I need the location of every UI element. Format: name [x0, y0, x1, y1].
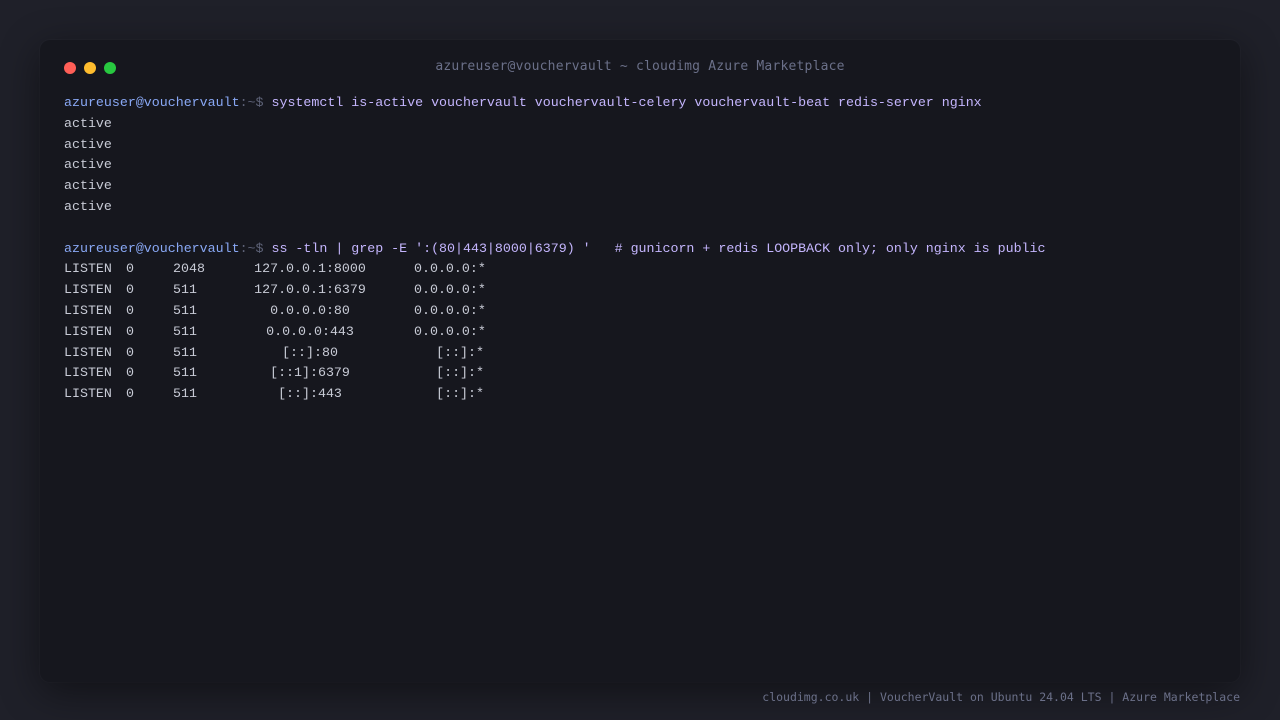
socket-peer-address: 0.0.0.0:* [414, 302, 486, 318]
socket-sendq: 511 [173, 282, 197, 298]
socket-peer-address: [::]:* [436, 365, 484, 381]
socket-state: LISTEN [64, 302, 112, 318]
output-line: active [64, 115, 112, 131]
title-bar: azureuser@vouchervault ~ cloudimg Azure … [40, 40, 1240, 96]
socket-row: LISTEN 0 511 127.0.0.1:6379 0.0.0.0:* [64, 280, 1224, 301]
command-text: ss -tln | grep -E ':(80|443|8000|6379) ' [271, 240, 591, 256]
socket-row: LISTEN 0 511 0.0.0.0:443 0.0.0.0:* [64, 322, 1224, 343]
socket-sendq: 511 [173, 386, 197, 402]
footer-caption: cloudimg.co.uk | VoucherVault on Ubuntu … [762, 690, 1240, 704]
socket-recvq: 0 [126, 282, 134, 298]
socket-state: LISTEN [64, 261, 112, 277]
socket-local-address: 127.0.0.1:6379 [254, 282, 366, 298]
socket-row: LISTEN 0 511 [::1]:6379 [::]:* [64, 363, 1224, 384]
socket-recvq: 0 [126, 261, 134, 277]
socket-local-address: 0.0.0.0:80 [270, 302, 350, 318]
output-line: active [64, 198, 112, 214]
socket-peer-address: [::]:* [436, 344, 484, 360]
prompt-user: azureuser@vouchervault [64, 240, 240, 256]
prompt-path: :~$ [239, 95, 272, 110]
window-title: azureuser@vouchervault ~ cloudimg Azure … [435, 59, 845, 74]
socket-row: LISTEN 0 511 0.0.0.0:80 0.0.0.0:* [64, 301, 1224, 322]
socket-sendq: 511 [173, 365, 197, 381]
output-line: active [64, 136, 112, 152]
output-line: active [64, 178, 112, 194]
socket-sendq: 511 [173, 344, 197, 360]
socket-recvq: 0 [126, 302, 134, 318]
socket-peer-address: [::]:* [436, 386, 484, 402]
socket-sendq: 2048 [173, 261, 205, 277]
socket-state: LISTEN [64, 344, 112, 360]
socket-row: LISTEN 0 2048 127.0.0.1:8000 0.0.0.0:* [64, 259, 1224, 280]
prompt-user: azureuser@vouchervault [64, 95, 240, 110]
command-line-2: azureuser@vouchervault:~$ ss -tln | grep… [64, 239, 1224, 260]
socket-recvq: 0 [126, 323, 134, 339]
socket-state: LISTEN [64, 386, 112, 402]
socket-recvq: 0 [126, 386, 134, 402]
socket-local-address: 127.0.0.1:8000 [254, 261, 366, 277]
socket-local-address: [::1]:6379 [270, 365, 350, 381]
socket-local-address: [::]:443 [278, 386, 342, 402]
socket-local-address: [::]:80 [282, 344, 338, 360]
socket-state: LISTEN [64, 365, 112, 381]
terminal-output[interactable]: azureuser@vouchervault:~$ systemctl is-a… [64, 93, 1224, 405]
socket-row: LISTEN 0 511 [::]:443 [::]:* [64, 384, 1224, 405]
socket-state: LISTEN [64, 282, 112, 298]
socket-sendq: 511 [173, 302, 197, 318]
terminal-window: azureuser@vouchervault ~ cloudimg Azure … [40, 40, 1240, 682]
socket-sendq: 511 [173, 323, 197, 339]
socket-row: LISTEN 0 511 [::]:80 [::]:* [64, 343, 1224, 364]
command-text: systemctl is-active vouchervault voucher… [271, 95, 982, 110]
command-line-1: azureuser@vouchervault:~$ systemctl is-a… [64, 93, 1224, 114]
socket-peer-address: 0.0.0.0:* [414, 282, 486, 298]
socket-recvq: 0 [126, 365, 134, 381]
output-line: active [64, 157, 112, 173]
socket-recvq: 0 [126, 344, 134, 360]
prompt-path: :~$ [239, 240, 272, 256]
socket-peer-address: 0.0.0.0:* [414, 323, 486, 339]
socket-local-address: 0.0.0.0:443 [266, 323, 354, 339]
socket-state: LISTEN [64, 323, 112, 339]
socket-peer-address: 0.0.0.0:* [414, 261, 486, 277]
command-comment: # gunicorn + redis LOOPBACK only; only n… [590, 240, 1046, 256]
